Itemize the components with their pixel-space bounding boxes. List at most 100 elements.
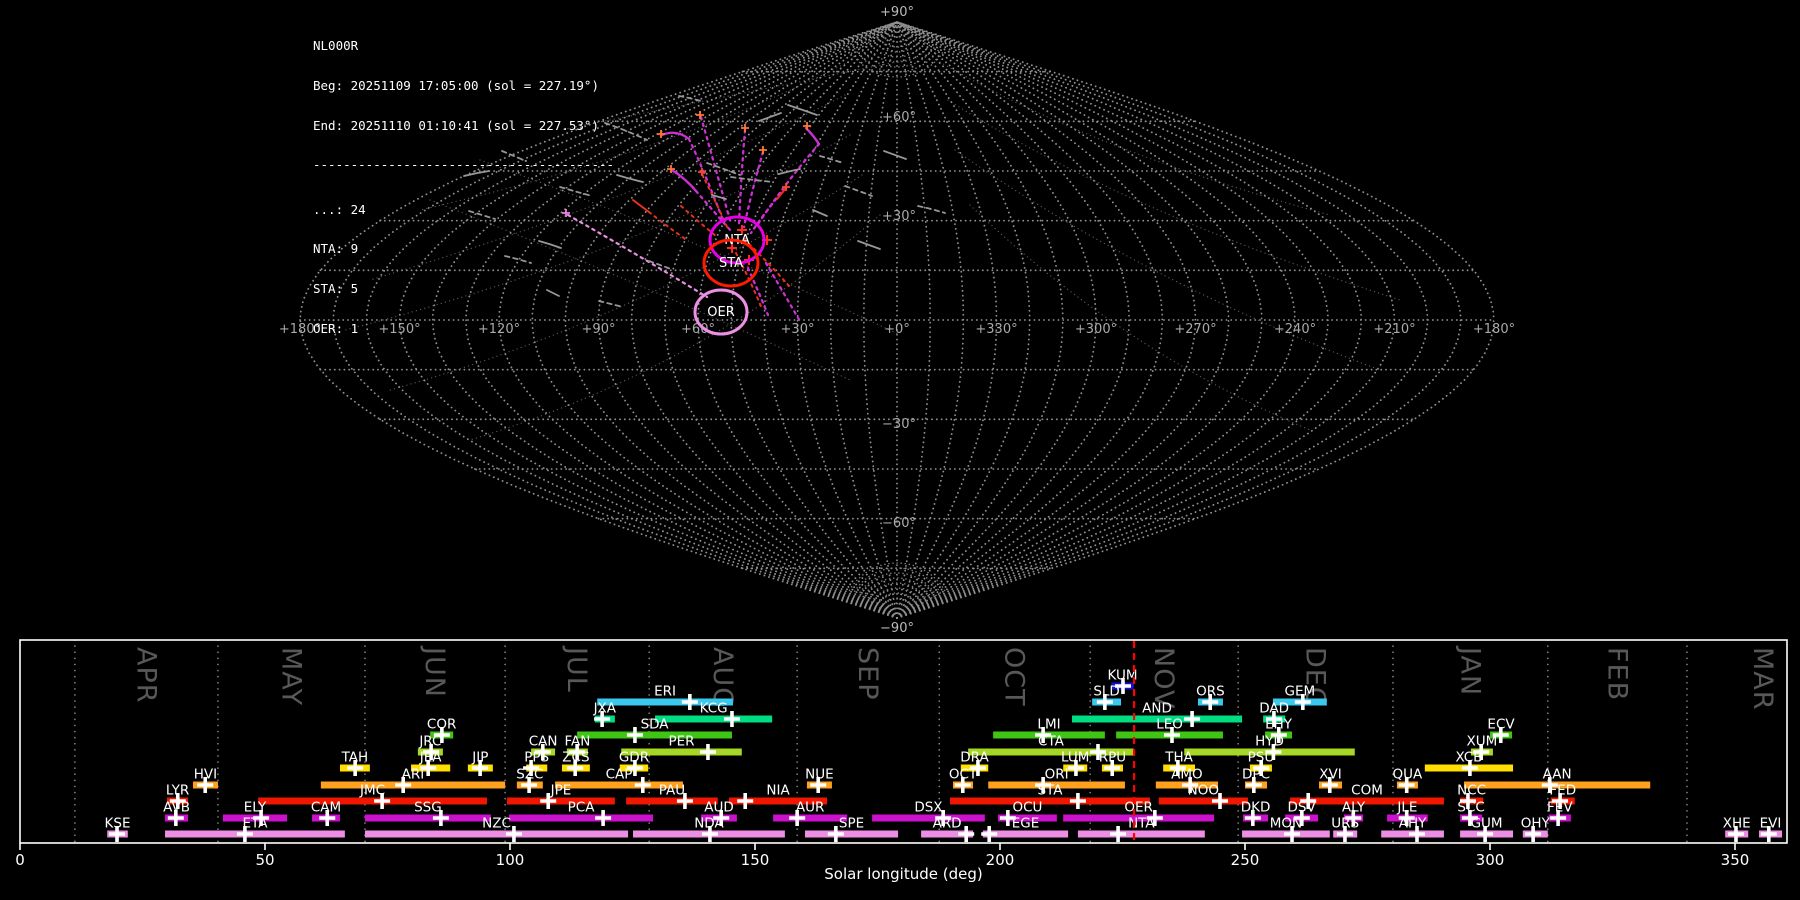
x-tick-label-250: 250 (1231, 851, 1260, 869)
pole-ring (849, 50, 944, 78)
map-label-longitude: +180° (1473, 322, 1515, 337)
shower-bar-NTA (1078, 831, 1205, 838)
map-label-pole-top: +90° (880, 5, 914, 20)
meteor-trail-sta (649, 212, 688, 241)
shower-label-OCU: OCU (1012, 800, 1042, 816)
shower-label-DKD: DKD (1241, 800, 1271, 816)
month-label-SEP: SEP (852, 647, 883, 700)
trail-begin-marker (657, 130, 665, 138)
shower-label-DSX: DSX (914, 800, 942, 816)
shower-label-AUR: AUR (796, 800, 825, 816)
separator-line: ---------------------------------------- (313, 158, 614, 171)
trail-begin-marker (759, 146, 767, 154)
shower-label-OHY: OHY (1521, 816, 1551, 832)
month-label-MAY: MAY (275, 647, 306, 706)
count-sta: STA: 5 (313, 282, 614, 295)
map-label-longitude: +0° (884, 322, 910, 337)
map-label-longitude: +240° (1274, 322, 1316, 337)
month-label-FEB: FEB (1601, 647, 1632, 701)
shower-bar-PCA (509, 815, 653, 822)
end-time: End: 20251110 01:10:41 (sol = 227.53°) (313, 119, 614, 132)
shower-bar-JPE (507, 798, 615, 805)
month-label-JUL: JUL (561, 645, 592, 693)
count-sporadic: ...: 24 (313, 203, 614, 216)
x-tick-label-350: 350 (1721, 851, 1750, 869)
shower-bar-SDA (577, 732, 732, 739)
shower-label-FED: FED (1549, 783, 1576, 799)
shower-bar-AUR (773, 815, 847, 822)
shower-label-FEV: FEV (1547, 800, 1573, 816)
shower-label-ORI: ORI (1045, 767, 1069, 783)
x-tick-label-50: 50 (255, 851, 274, 869)
meteor-trail-spo (788, 105, 817, 115)
shower-bar-NOO (1159, 798, 1248, 805)
shower-label-AAN: AAN (1543, 767, 1572, 783)
shower-label-DRA: DRA (960, 750, 989, 766)
shower-label-JXA: JXA (593, 701, 617, 717)
peak-marker-NIA (737, 793, 753, 809)
peak-marker-AND (1184, 711, 1200, 727)
peak-marker-PCA (595, 810, 611, 826)
trail-begin-marker (803, 122, 811, 130)
map-label-latitude: +30° (882, 209, 916, 224)
shower-bar-SSG (365, 815, 491, 822)
month-label-MAR: MAR (1747, 647, 1778, 711)
faint-grid-arc (970, 205, 1310, 430)
shower-label-LMI: LMI (1037, 717, 1060, 733)
shower-bar-ARI (321, 782, 505, 789)
map-label-longitude: +300° (1075, 322, 1117, 337)
shower-label-PAU: PAU (659, 783, 685, 799)
meteor-trail-spo (813, 210, 827, 216)
plot-canvas: +90°−90°+60°+30°−30°−60°+180°+150°+120°+… (0, 0, 1800, 900)
shower-label-SDA: SDA (641, 717, 670, 733)
peak-marker-EGE (981, 826, 997, 842)
peak-marker-CAP (635, 777, 651, 793)
shower-bar-JMC (258, 798, 487, 805)
map-label-longitude: +270° (1174, 322, 1216, 337)
observation-info-panel: NL000R Beg: 20251109 17:05:00 (sol = 227… (313, 13, 614, 361)
month-label-JUN: JUN (419, 645, 450, 698)
meteor-trail-spo (707, 163, 740, 175)
peak-marker-PER (700, 744, 716, 760)
faint-grid-arc (940, 62, 1330, 215)
map-label-pole-bottom: −90° (880, 621, 914, 636)
meteor-trail-spo (918, 206, 945, 213)
shower-label-PCA: PCA (568, 800, 596, 816)
peak-marker-ERI (682, 694, 698, 710)
shower-bar-DSX (872, 815, 985, 822)
count-nta: NTA: 9 (313, 242, 614, 255)
shower-label-EGE: EGE (1012, 816, 1040, 832)
shower-label-MON: MON (1270, 816, 1302, 832)
shower-label-ARI: ARI (402, 767, 425, 783)
shower-label-ARD: ARD (933, 816, 962, 832)
map-label-latitude: +60° (882, 110, 916, 125)
count-oer: OER: 1 (313, 322, 614, 335)
x-tick-label-0: 0 (15, 851, 25, 869)
month-label-JAN: JAN (1454, 645, 1485, 696)
meteor-trail-nta (766, 263, 801, 323)
meteor-trail-spo (845, 186, 872, 196)
x-tick-label-300: 300 (1476, 851, 1505, 869)
trail-begin-marker (698, 168, 706, 176)
activity-chart: APRMAYJUNJULAUGSEPOCTNOVDECJANFEBMARKUME… (15, 640, 1787, 883)
peak-marker-NTA (1110, 826, 1126, 842)
shower-label-KCG: KCG (700, 701, 728, 717)
shower-bar-KCG (655, 716, 772, 723)
shower-label-NTA: NTA (1128, 816, 1155, 832)
shower-label-STA: STA (1037, 783, 1063, 799)
meridian-line (897, 22, 1063, 618)
meteor-trail-nta (739, 130, 745, 224)
shower-label-CTA: CTA (1038, 734, 1065, 750)
shower-label-PER: PER (668, 734, 694, 750)
shower-label-NZC: NZC (482, 816, 511, 832)
shower-label-NOO: NOO (1188, 783, 1219, 799)
shower-label-SSG: SSG (414, 800, 442, 816)
station-code: NL000R (313, 39, 614, 52)
meteor-trail-nta (662, 133, 689, 139)
x-axis-title: Solar longitude (deg) (824, 865, 982, 883)
faint-grid-arc (955, 150, 1380, 370)
meteor-trail-spo (617, 175, 643, 182)
shower-label-AMO: AMO (1171, 767, 1203, 783)
shower-label-NIA: NIA (766, 783, 790, 799)
shower-label-AND: AND (1142, 701, 1172, 717)
